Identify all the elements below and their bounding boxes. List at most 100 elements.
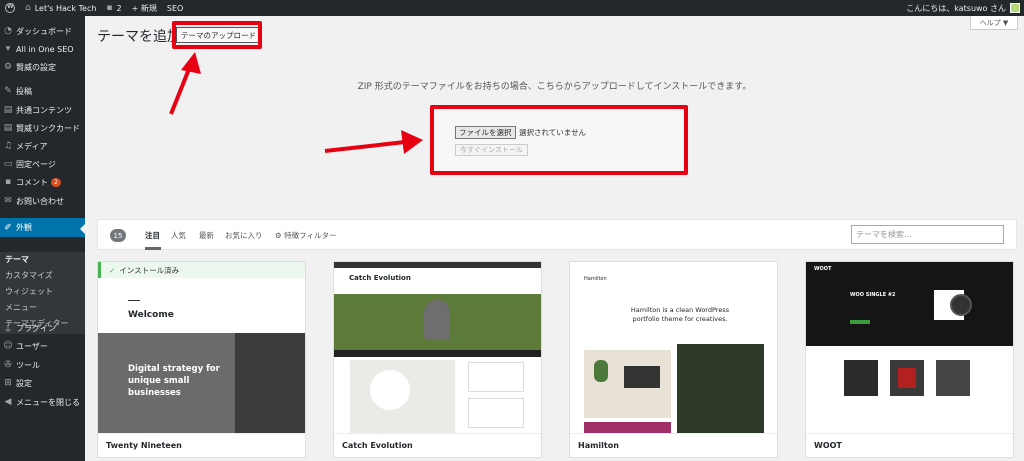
new-content-label: + 新規 bbox=[131, 3, 157, 13]
comments-link[interactable]: ▪ 2 bbox=[101, 0, 126, 16]
comment-count-badge: 2 bbox=[51, 177, 61, 187]
preview-welcome: Welcome bbox=[128, 310, 174, 320]
installed-notice: ✓ インストール済み bbox=[98, 262, 305, 278]
highlight-box-upload-form bbox=[430, 105, 688, 175]
tab-latest[interactable]: 最新 bbox=[199, 230, 214, 241]
theme-count: 15 bbox=[110, 229, 126, 242]
wp-logo-menu[interactable] bbox=[0, 0, 20, 16]
brush-icon: ✐ bbox=[4, 222, 12, 233]
upload-description: ZIP 形式のテーマファイルをお持ちの場合、こちらからアップロードしてインストー… bbox=[357, 82, 752, 92]
preview-laptop bbox=[624, 366, 660, 388]
sidebar-item-keni-settings[interactable]: ⚙ 賢威の設定 bbox=[0, 59, 85, 75]
preview-title: Catch Evolution bbox=[349, 274, 411, 282]
theme-card-twenty-nineteen[interactable]: ✓ インストール済み Welcome Digital strategy for u… bbox=[97, 261, 306, 458]
theme-card-woot[interactable]: WOOT WOO SINGLE #2 WOOT bbox=[805, 261, 1014, 458]
sidebar-item-comments[interactable]: ▪ コメント 2 bbox=[0, 174, 85, 190]
preview-headline: WOO SINGLE #2 bbox=[850, 292, 896, 298]
sidebar-item-contact[interactable]: ✉ お問い合わせ bbox=[0, 193, 85, 209]
tab-popular[interactable]: 人気 bbox=[171, 230, 186, 241]
preview-product bbox=[936, 360, 970, 396]
gear-icon: ⚙ bbox=[3, 62, 13, 72]
sidebar-item-link-card[interactable]: ▤ 賢威リンクカード bbox=[0, 120, 85, 136]
preview-hero bbox=[334, 294, 541, 350]
admin-bar: ⌂Let's Hack Tech ▪2 + 新規 SEO こんにちは、katsu… bbox=[0, 0, 1024, 16]
sidebar-item-users[interactable]: ☺ ユーザー bbox=[0, 338, 85, 354]
theme-screenshot[interactable]: Catch Evolution bbox=[334, 262, 541, 434]
home-icon: ⌂ bbox=[25, 3, 31, 13]
highlight-box-upload bbox=[172, 21, 262, 49]
theme-card-hamilton[interactable]: Hamilton Hamilton is a clean WordPress p… bbox=[569, 261, 778, 458]
theme-name: Twenty Nineteen bbox=[98, 433, 305, 457]
seo-link[interactable]: SEO bbox=[162, 0, 188, 16]
divider bbox=[128, 300, 140, 301]
plugin-icon: ⏚ bbox=[3, 324, 13, 335]
site-name-label: Let's Hack Tech bbox=[34, 3, 97, 13]
preview-topbar bbox=[334, 262, 541, 268]
dashboard-icon: ◔ bbox=[4, 26, 12, 36]
seo-icon: ▾ bbox=[5, 44, 11, 54]
sidebar-collapse-menu[interactable]: ◀ メニューを閉じる bbox=[0, 394, 85, 410]
red-arrow-right bbox=[324, 130, 423, 154]
sidebar-item-common-content[interactable]: ▤ 共通コンテンツ bbox=[0, 102, 85, 118]
sidebar-item-plugins[interactable]: ⏚ プラグイン bbox=[0, 320, 85, 336]
submenu-themes[interactable]: テーマ bbox=[5, 254, 29, 265]
sidebar-item-appearance[interactable]: ✐ 外観 bbox=[0, 218, 85, 237]
preview-widget bbox=[468, 362, 524, 392]
sidebar-item-seo[interactable]: ▾ All in One SEO bbox=[0, 41, 85, 57]
avatar[interactable] bbox=[1010, 3, 1020, 13]
page-icon: ▭ bbox=[3, 159, 13, 169]
seo-label: SEO bbox=[166, 3, 184, 13]
gear-icon: ⚙ bbox=[275, 231, 285, 240]
feature-filter-button[interactable]: ⚙ 特徴フィルター bbox=[275, 230, 336, 241]
preview-text: Hamilton is a clean WordPress portfolio … bbox=[630, 306, 730, 323]
preview-image-person bbox=[677, 344, 764, 434]
site-name-link[interactable]: ⌂ Let's Hack Tech bbox=[20, 0, 101, 16]
theme-search-input[interactable]: テーマを検索... bbox=[851, 225, 1004, 244]
collapse-icon: ◀ bbox=[4, 397, 12, 407]
sidebar-item-tools[interactable]: ✇ ツール bbox=[0, 357, 85, 373]
submenu-menus[interactable]: メニュー bbox=[5, 302, 37, 313]
user-icon: ☺ bbox=[3, 341, 13, 351]
theme-screenshot[interactable]: WOOT WOO SINGLE #2 bbox=[806, 262, 1013, 434]
wrench-icon: ✇ bbox=[4, 360, 12, 370]
preview-widget bbox=[468, 398, 524, 428]
settings-icon: ⊞ bbox=[4, 378, 12, 388]
preview-statue bbox=[424, 300, 450, 340]
sidebar-item-settings[interactable]: ⊞ 設定 bbox=[0, 375, 85, 391]
preview-flower bbox=[350, 360, 455, 434]
submenu-widgets[interactable]: ウィジェット bbox=[5, 286, 53, 297]
media-icon: ♫ bbox=[3, 141, 13, 151]
sidebar-item-pages[interactable]: ▭ 固定ページ bbox=[0, 156, 85, 172]
sidebar-item-dashboard[interactable]: ◔ ダッシュボード bbox=[0, 23, 85, 39]
theme-screenshot[interactable]: Hamilton Hamilton is a clean WordPress p… bbox=[570, 262, 777, 434]
preview-product bbox=[844, 360, 878, 396]
theme-screenshot[interactable]: ✓ インストール済み Welcome Digital strategy for u… bbox=[98, 262, 305, 434]
help-button[interactable]: ヘルプ ▼ bbox=[970, 16, 1018, 30]
preview-petal bbox=[370, 370, 410, 410]
theme-name: Catch Evolution bbox=[334, 433, 541, 457]
theme-name: Hamilton bbox=[570, 433, 777, 457]
preview-nav bbox=[334, 350, 541, 357]
theme-name: WOOT bbox=[806, 433, 1013, 457]
sidebar-item-media[interactable]: ♫ メディア bbox=[0, 138, 85, 154]
preview-button bbox=[850, 320, 870, 324]
tab-featured[interactable]: 注目 bbox=[145, 230, 160, 241]
preview-product bbox=[890, 360, 924, 396]
submenu-customize[interactable]: カスタマイズ bbox=[5, 270, 53, 281]
main-content: テーマを追加 テーマのアップロード ヘルプ ▼ ZIP 形式のテーマファイルをお… bbox=[85, 16, 1024, 461]
new-content-link[interactable]: + 新規 bbox=[127, 0, 162, 16]
admin-sidebar: ◔ ダッシュボード ▾ All in One SEO ⚙ 賢威の設定 ✎ 投稿 ▤ 共通コ… bbox=[0, 16, 85, 461]
tab-favorites[interactable]: お気に入り bbox=[225, 230, 263, 241]
preview-shirt bbox=[898, 368, 916, 388]
active-tab-indicator bbox=[145, 247, 161, 250]
comment-icon: ▪ bbox=[106, 3, 113, 13]
preview-brand: Hamilton bbox=[584, 276, 607, 282]
preview-disc bbox=[950, 294, 972, 316]
preview-brand: WOOT bbox=[814, 266, 832, 272]
wordpress-icon bbox=[5, 3, 15, 13]
sidebar-item-posts[interactable]: ✎ 投稿 bbox=[0, 83, 85, 99]
user-greeting[interactable]: こんにちは、katsuwo さん bbox=[906, 3, 1006, 14]
preview-hero: WOOT WOO SINGLE #2 bbox=[806, 262, 1013, 346]
pin-icon: ✎ bbox=[4, 86, 12, 96]
theme-card-catch-evolution[interactable]: Catch Evolution Catch Evolution bbox=[333, 261, 542, 458]
